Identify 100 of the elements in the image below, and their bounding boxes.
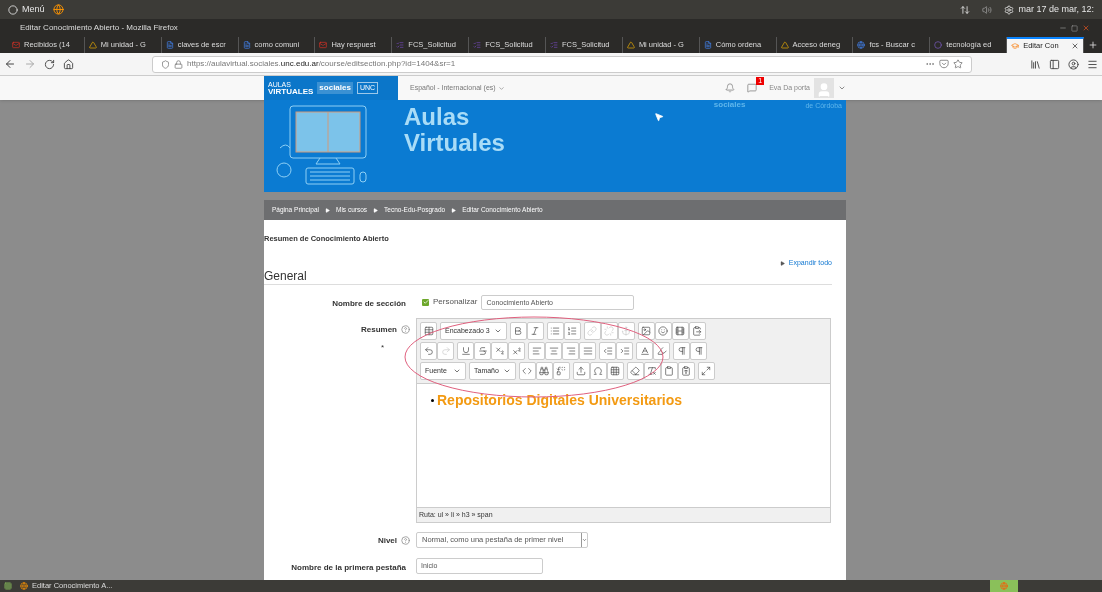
eraser-icon [630,365,641,376]
expand-icon [701,365,712,376]
speaker-icon[interactable] [982,4,993,15]
toolbar-button[interactable] [636,341,653,360]
taskbar-app-button[interactable] [990,580,1018,592]
account-icon[interactable] [1068,58,1079,70]
redo-icon [440,345,451,356]
toolbar-button[interactable] [457,341,474,360]
minimize-icon[interactable] [1059,24,1067,32]
toolbar-button[interactable] [528,341,545,360]
faculty-logo-text: sociales [713,99,746,111]
address-bar[interactable]: https://aulavirtual.sociales.unc.edu.ar/course/editsection.php?id=1404&sr=1 [152,55,972,73]
bullet-icon [431,398,434,402]
reload-icon[interactable] [44,58,55,70]
toolbar-button[interactable] [671,321,689,340]
forward-icon[interactable] [24,58,36,70]
toolbar-button[interactable] [697,361,715,380]
library-icon[interactable] [1030,58,1041,70]
toolbar-button[interactable] [474,341,491,360]
network-icon[interactable] [960,4,971,15]
help-icon[interactable] [401,325,410,335]
toolbar-button[interactable] [562,341,579,360]
toolbar-button[interactable] [677,361,695,380]
checkbox[interactable] [422,298,429,306]
globe-icon [1000,582,1008,590]
toolbar-button[interactable] [518,361,536,380]
toolbar-button[interactable] [599,341,616,360]
highlighter-icon [656,345,667,356]
logo-text: VIRTUALES [268,87,314,96]
circle-icon [934,41,943,49]
form-icon [550,41,558,49]
toolbar-button[interactable] [606,361,624,380]
toolbar-button[interactable] [545,341,562,360]
bullet-list-icon [550,325,561,336]
mail-icon [319,41,328,49]
omega-icon [593,365,604,376]
binoculars-icon [539,365,550,376]
toolbar-button[interactable] [563,321,581,340]
toolbar-button[interactable] [616,341,633,360]
italic-icon [530,325,541,336]
align-center-icon [548,345,559,356]
film-icon [675,325,686,336]
toolbar-button[interactable] [526,321,544,340]
chat-icon[interactable] [747,83,758,93]
toolbar-button[interactable] [535,361,553,380]
back-icon[interactable] [4,58,16,70]
sidebar-icon[interactable] [1049,58,1060,70]
globe-icon [857,41,866,49]
toolbar-button[interactable] [690,341,707,360]
toolbar-button[interactable] [491,341,508,360]
toolbar-button[interactable] [653,341,670,360]
toolbar-button[interactable] [509,321,527,340]
menu-label[interactable]: Menú [22,2,45,17]
home-icon[interactable] [63,58,74,70]
star-icon[interactable] [953,59,963,69]
underline-icon [460,345,471,356]
help-icon[interactable] [401,536,410,546]
logo-text: sociales [317,82,353,94]
clock[interactable]: mar 17 de mar, 12: [1018,2,1094,17]
app-menu-icon[interactable] [4,582,12,590]
toolbar-button[interactable] [508,341,525,360]
bell-icon[interactable] [725,83,736,93]
toolbar-button[interactable] [420,321,437,340]
toolbar-button[interactable] [572,361,590,380]
settings-icon[interactable] [1004,4,1015,15]
section-heading[interactable]: General [264,268,832,285]
mail-icon [12,41,20,49]
close-icon[interactable] [1071,42,1080,50]
toolbar-button[interactable] [579,341,596,360]
toolbar-button[interactable] [688,321,706,340]
text-color-icon [639,345,650,356]
toolbar-button[interactable] [673,341,690,360]
mouse-cursor-icon [653,112,664,122]
pilcrow-icon [676,345,687,356]
field-label: Nivel [377,534,397,547]
toolbar-button[interactable] [552,361,570,380]
separator-icon [325,207,330,213]
toolbar-button[interactable] [637,321,655,340]
new-tab-icon[interactable] [1088,40,1099,50]
graduation-cap-icon [1011,42,1020,50]
toolbar-button[interactable] [626,361,644,380]
subscript-icon [494,345,505,356]
field-label: Nombre de la primera pestaña [290,561,407,574]
toolbar-button[interactable] [654,321,672,340]
clear-format-icon [647,365,658,376]
banner-title: Aulas [404,104,471,130]
code-icon [522,365,533,376]
caret-icon[interactable] [838,84,846,92]
menu-icon[interactable] [1087,58,1098,70]
toolbar-button[interactable] [420,341,437,360]
maximize-icon[interactable] [1071,24,1078,32]
triangle-icon [88,41,97,49]
close-icon[interactable] [1082,24,1090,32]
toolbar-button[interactable] [546,321,564,340]
pocket-icon[interactable] [939,59,949,69]
check-icon [422,299,429,306]
toolbar-button[interactable] [589,361,607,380]
field-label: Resumen [361,323,397,336]
globe-icon[interactable] [52,4,64,15]
separator-icon [373,207,379,213]
